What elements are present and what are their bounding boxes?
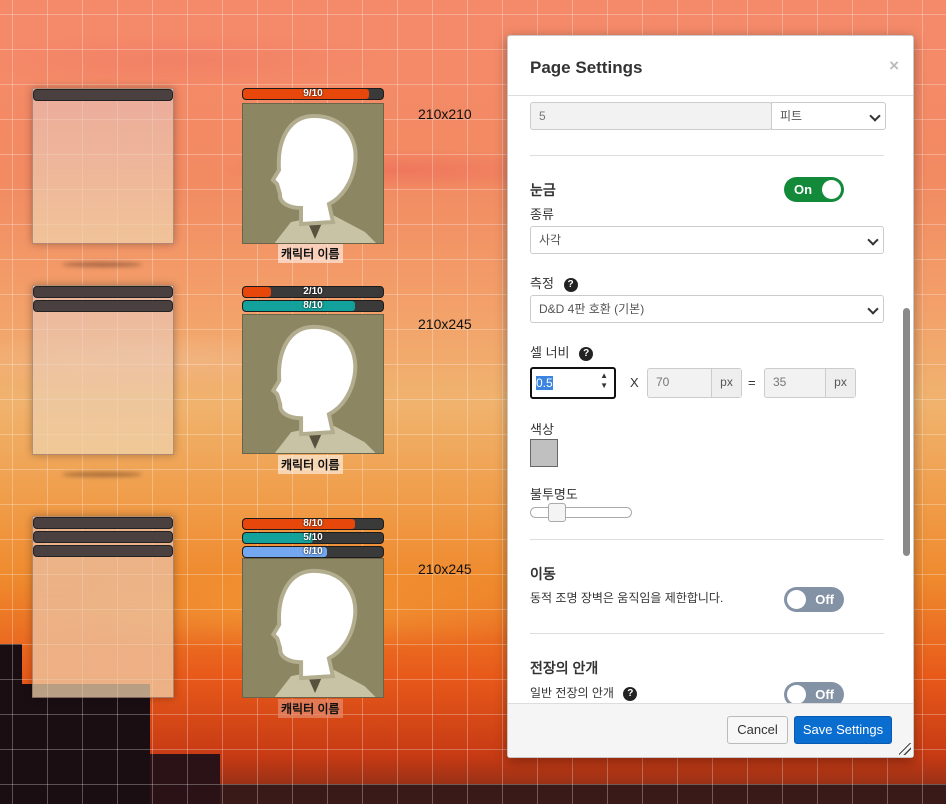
measure-label: 측정 ? <box>530 273 578 292</box>
result-unit: px <box>825 369 855 397</box>
dialog-body: 5 피트 눈금 On 종류 사각 측정 ? D&D 4판 호환 (기본) 셀 너… <box>508 97 913 704</box>
help-icon[interactable]: ? <box>623 686 638 701</box>
dialog-header: Page Settings × <box>508 36 913 96</box>
cell-width-label: 셀 너비 ? <box>530 342 594 361</box>
help-icon[interactable]: ? <box>579 346 594 361</box>
token-bar: 5/10 <box>242 532 384 544</box>
grid-section-title: 눈금 <box>530 182 556 198</box>
movement-toggle[interactable]: Off <box>784 587 844 612</box>
token-bar-label: 5/10 <box>303 532 323 543</box>
resize-grip-icon[interactable] <box>899 743 911 755</box>
token-shadow <box>62 262 142 267</box>
px-value: 70 <box>656 375 670 389</box>
ghost-bar <box>33 300 173 312</box>
size-label: 210x245 <box>418 561 472 577</box>
toggle-knob <box>787 590 806 609</box>
token-shadow <box>62 472 142 477</box>
token-bar-label: 9/10 <box>303 88 323 99</box>
cell-width-label-text: 셀 너비 <box>530 345 570 360</box>
close-icon[interactable]: × <box>889 56 899 76</box>
token-portrait[interactable] <box>242 103 384 244</box>
token-bar-label: 2/10 <box>303 286 323 297</box>
movement-description: 동적 조명 장벽은 움직임을 제한합니다. <box>530 591 724 605</box>
token-name: 캐릭터 이름 <box>278 699 343 718</box>
result-input: 35 px <box>764 368 856 398</box>
grid-color-swatch[interactable] <box>530 439 558 467</box>
dialog-scrollbar[interactable] <box>903 308 910 556</box>
grid-type-select[interactable]: 사각 <box>530 226 884 254</box>
result-value: 35 <box>773 375 787 389</box>
divider <box>530 539 884 540</box>
toggle-knob <box>822 180 841 199</box>
token-name: 캐릭터 이름 <box>278 244 343 263</box>
stepper-icon[interactable]: ▲ ▼ <box>600 371 608 391</box>
ghost-token[interactable] <box>32 516 174 698</box>
silhouette-icon <box>243 104 383 243</box>
scale-unit-select[interactable]: 피트 <box>771 102 886 130</box>
cancel-button[interactable]: Cancel <box>727 716 788 744</box>
fog-sub-label-text: 일반 전장의 안개 <box>530 686 614 700</box>
opacity-slider[interactable] <box>530 503 632 522</box>
grid-toggle-label: On <box>794 182 813 197</box>
ghost-bar <box>33 531 173 543</box>
token-bar: 8/10 <box>242 518 384 530</box>
save-settings-button[interactable]: Save Settings <box>794 716 892 744</box>
silhouette-icon <box>243 559 383 697</box>
divider <box>530 633 884 634</box>
token-bar: 2/10 <box>242 286 384 298</box>
color-label: 색상 <box>530 422 554 437</box>
token-name: 캐릭터 이름 <box>278 455 343 474</box>
opacity-label: 불투명도 <box>530 487 578 502</box>
ghost-bar <box>33 89 173 101</box>
size-label: 210x245 <box>418 316 472 332</box>
token-bar-label: 6/10 <box>303 546 323 557</box>
page-settings-dialog: Page Settings × 5 피트 눈금 On 종류 사각 측정 ? D&… <box>507 35 914 758</box>
movement-toggle-label: Off <box>815 592 834 607</box>
token-bar: 6/10 <box>242 546 384 558</box>
times-sign: X <box>630 375 639 390</box>
ghost-token[interactable] <box>32 88 174 244</box>
cell-width-input[interactable]: 0.5 ▲ ▼ <box>530 367 616 399</box>
slider-handle[interactable] <box>547 503 566 522</box>
token-bar-label: 8/10 <box>303 518 323 529</box>
divider <box>530 155 884 156</box>
fog-section-title: 전장의 안개 <box>530 660 599 676</box>
dialog-footer: Cancel Save Settings <box>508 703 913 757</box>
dialog-title: Page Settings <box>530 58 643 77</box>
ghost-token[interactable] <box>32 285 174 455</box>
grid-toggle[interactable]: On <box>784 177 844 202</box>
px-unit: px <box>711 369 741 397</box>
token-portrait[interactable] <box>242 558 384 698</box>
token-bars: 2/10 8/10 <box>242 286 384 314</box>
measure-value: D&D 4판 호환 (기본) <box>539 302 645 316</box>
help-icon[interactable]: ? <box>563 277 578 292</box>
silhouette-icon <box>243 315 383 453</box>
movement-section-title: 이동 <box>530 566 556 582</box>
ghost-bar <box>33 545 173 557</box>
px-input[interactable]: 70 px <box>647 368 742 398</box>
grid-type-value: 사각 <box>539 233 562 247</box>
measure-label-text: 측정 <box>530 276 554 291</box>
size-label: 210x210 <box>418 106 472 122</box>
scale-unit-value: 피트 <box>780 109 803 123</box>
cell-width-value: 0.5 <box>536 376 553 390</box>
ghost-bar <box>33 286 173 298</box>
ghost-bar <box>33 517 173 529</box>
fog-sub-label: 일반 전장의 안개 ? <box>530 684 638 701</box>
scale-input[interactable]: 5 <box>530 102 772 130</box>
grid-type-label: 종류 <box>530 207 554 222</box>
equals-sign: = <box>748 375 756 390</box>
fog-toggle[interactable]: Off <box>784 682 844 704</box>
token-portrait[interactable] <box>242 314 384 454</box>
token-bar-label: 8/10 <box>303 300 323 311</box>
fog-toggle-label: Off <box>815 687 834 702</box>
token-bar: 8/10 <box>242 300 384 312</box>
token-bar: 9/10 <box>242 88 384 100</box>
token-bars: 9/10 <box>242 88 384 102</box>
measure-select[interactable]: D&D 4판 호환 (기본) <box>530 295 884 323</box>
token-bars: 8/10 5/10 6/10 <box>242 518 384 560</box>
toggle-knob <box>787 685 806 704</box>
